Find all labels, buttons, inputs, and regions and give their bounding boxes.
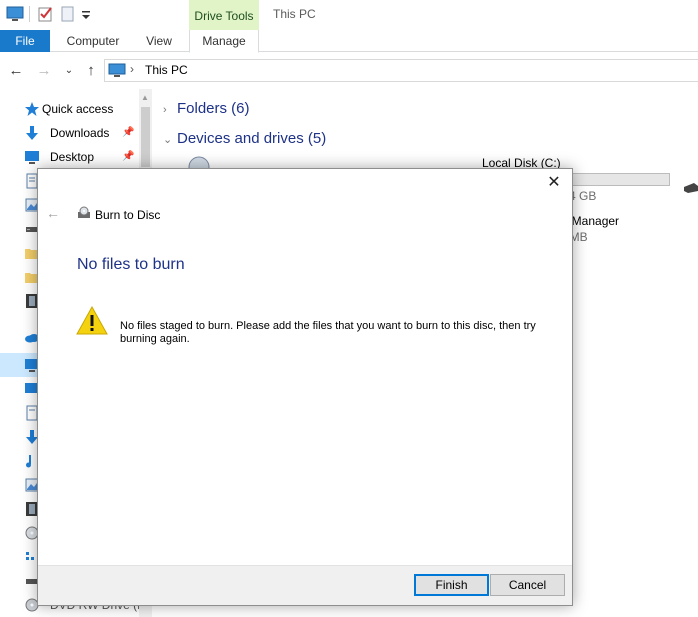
nav-item-quick-access[interactable]: Quick access xyxy=(0,97,140,121)
back-arrow-icon[interactable]: ← xyxy=(46,205,60,221)
scrollbar-thumb[interactable] xyxy=(141,107,150,167)
scroll-up-icon[interactable]: ▲ xyxy=(141,93,149,102)
properties-icon[interactable] xyxy=(38,6,54,22)
nav-item-downloads[interactable]: Downloads 📌 xyxy=(0,121,140,145)
dialog-message: No files staged to burn. Please add the … xyxy=(120,320,536,345)
warning-icon xyxy=(76,306,108,335)
tab-computer[interactable]: Computer xyxy=(58,30,128,52)
this-pc-icon xyxy=(108,63,126,77)
star-icon xyxy=(25,102,39,116)
nav-label: Desktop xyxy=(50,150,95,164)
chevron-right-icon: › xyxy=(163,104,167,116)
group-devices-label: Devices and drives (5) xyxy=(177,130,327,147)
this-pc-icon xyxy=(6,6,24,21)
dialog-heading: No files to burn xyxy=(77,256,185,273)
dialog-app-title: Burn to Disc xyxy=(95,208,161,222)
finish-button[interactable]: Finish xyxy=(414,574,489,596)
recent-locations-chevron-icon[interactable]: ⌄ xyxy=(60,62,78,80)
drive-icon xyxy=(684,183,698,193)
burn-disc-icon xyxy=(78,206,90,218)
group-folders-label: Folders (6) xyxy=(177,100,250,117)
customize-qat-icon[interactable] xyxy=(80,6,92,22)
pin-icon[interactable]: 📌 xyxy=(122,127,134,138)
tab-view[interactable]: View xyxy=(136,30,182,52)
breadcrumb-separator[interactable]: › xyxy=(130,62,134,76)
breadcrumb-this-pc[interactable]: This PC xyxy=(145,63,188,77)
quick-access-separator xyxy=(29,6,30,22)
window-title: This PC xyxy=(273,7,316,21)
cancel-button[interactable]: Cancel xyxy=(490,574,565,596)
nav-label: Downloads xyxy=(50,126,110,140)
address-bar[interactable]: › This PC xyxy=(104,59,698,82)
desktop-icon xyxy=(25,151,39,164)
navigation-bar: ← → ⌄ ↑ › This PC xyxy=(0,53,698,89)
dialog-footer: Finish Cancel xyxy=(38,565,572,605)
disc-drive-icon xyxy=(188,156,210,169)
new-folder-icon[interactable] xyxy=(61,6,75,22)
nav-item-desktop[interactable]: Desktop 📌 xyxy=(0,145,140,169)
drive-c-size-text: 4 GB xyxy=(569,189,597,203)
chevron-down-icon: ⌄ xyxy=(163,134,173,146)
close-icon[interactable]: ✕ xyxy=(546,175,562,191)
title-bar: Drive Tools This PC xyxy=(0,0,698,30)
group-devices-and-drives[interactable]: ⌄ Devices and drives (5) xyxy=(163,130,326,147)
forward-arrow-icon[interactable]: → xyxy=(35,62,53,80)
up-arrow-icon[interactable]: ↑ xyxy=(82,62,100,80)
back-arrow-icon[interactable]: ← xyxy=(7,62,25,80)
download-icon xyxy=(26,126,38,140)
pin-icon[interactable]: 📌 xyxy=(122,151,134,162)
burn-to-disc-dialog: ✕ ← Burn to Disc No files to burn No fil… xyxy=(37,168,573,606)
tab-file[interactable]: File xyxy=(0,30,50,52)
tab-manage[interactable]: Manage xyxy=(189,30,259,53)
drive-tools-context-tab: Drive Tools xyxy=(189,0,259,30)
ribbon-tabs: File Computer View Manage xyxy=(0,30,698,53)
nav-label: Quick access xyxy=(42,102,114,116)
group-folders[interactable]: › Folders (6) xyxy=(163,100,250,117)
